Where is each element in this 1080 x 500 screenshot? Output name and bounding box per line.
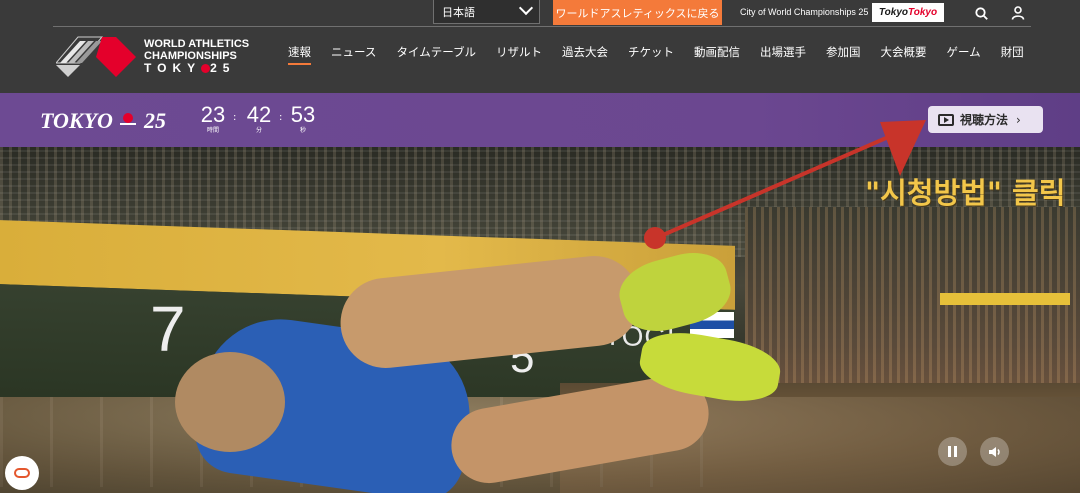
countdown-hours: 23 時間 xyxy=(198,103,228,135)
logo-red-dot xyxy=(201,64,211,73)
chevron-right-icon: › xyxy=(1016,112,1021,127)
tokyo25-brand-year: 25 xyxy=(143,108,166,133)
pause-button[interactable] xyxy=(938,437,967,466)
pause-icon xyxy=(947,442,959,461)
countdown-seconds-unit: 秒 xyxy=(299,127,306,134)
language-label: 日本語 xyxy=(442,5,475,19)
countdown-hours-unit: 時間 xyxy=(206,127,219,134)
nav-games[interactable]: ゲーム xyxy=(947,44,981,60)
nav-news[interactable]: ニュース xyxy=(331,44,376,60)
nav-video[interactable]: 動画配信 xyxy=(694,44,740,60)
nav-timetable[interactable]: タイムテーブル xyxy=(396,44,476,60)
how-to-watch-label: 視聴方法 xyxy=(960,113,1009,127)
tokyo-tokyo-badge[interactable]: Tokyo Tokyo xyxy=(872,3,944,22)
city-label: City of World Championships 25 xyxy=(740,7,869,17)
how-to-watch-button[interactable]: 視聴方法 › xyxy=(928,106,1043,133)
countdown-seconds-value: 53 xyxy=(290,102,316,127)
language-select[interactable]: 日本語 xyxy=(433,0,540,24)
nav-past-events[interactable]: 過去大会 xyxy=(562,44,608,60)
tokyo-badge-left: Tokyo xyxy=(878,7,908,18)
chevron-down-icon xyxy=(518,0,534,16)
nav-results[interactable]: リザルト xyxy=(496,44,542,60)
tokyo-badge-right: Tokyo xyxy=(908,7,938,18)
nav-tickets[interactable]: チケット xyxy=(628,44,674,60)
volume-button[interactable] xyxy=(980,437,1009,466)
logo-tokyo-line: TOKY 25 xyxy=(144,62,249,74)
chat-button[interactable] xyxy=(5,456,39,490)
countdown-seconds: 53 秒 xyxy=(288,103,318,135)
tokyo25-brand: TOKYO 25 xyxy=(40,108,166,134)
countdown-separator: : xyxy=(279,112,283,123)
chat-icon xyxy=(14,468,30,478)
tv-play-icon xyxy=(938,113,954,126)
nav-athletes[interactable]: 出場選手 xyxy=(760,44,806,60)
countdown-minutes-value: 42 xyxy=(246,102,272,127)
logo-tokyo: TOKY xyxy=(144,61,202,75)
championships-logo[interactable] xyxy=(56,33,138,79)
stand-banner xyxy=(940,293,1070,305)
back-to-world-athletics-button[interactable]: ワールドアスレティックスに戻る xyxy=(553,0,722,25)
user-icon[interactable] xyxy=(1011,6,1025,20)
nav-countries[interactable]: 参加国 xyxy=(826,44,861,60)
volume-icon xyxy=(988,446,1000,457)
athlete-head xyxy=(175,352,285,452)
main-nav: 速報 ニュース タイムテーブル リザルト 過去大会 チケット 動画配信 出場選手… xyxy=(288,44,1044,65)
header-divider xyxy=(53,26,1031,27)
logo-line-1: WORLD ATHLETICS xyxy=(144,38,250,50)
logo-text: WORLD ATHLETICS CHAMPIONSHIPS TOKY 25 xyxy=(144,38,249,74)
tokyo25-emblem xyxy=(120,113,137,125)
nav-live[interactable]: 速報 xyxy=(288,44,311,65)
countdown-separator: : xyxy=(233,112,237,123)
annotation-text: "시청방법" 클릭 xyxy=(865,176,1066,210)
countdown-minutes: 42 分 xyxy=(244,103,274,135)
nav-foundation[interactable]: 財団 xyxy=(1001,44,1024,60)
logo-year: 25 xyxy=(210,61,236,75)
page: 日本語 ワールドアスレティックスに戻る City of World Champi… xyxy=(0,0,1080,500)
nav-overview[interactable]: 大会概要 xyxy=(881,44,927,60)
lane-number-7: 7 xyxy=(150,293,186,365)
countdown-hours-value: 23 xyxy=(200,102,226,127)
search-icon[interactable] xyxy=(975,7,988,20)
tokyo25-brand-text: TOKYO xyxy=(40,108,113,133)
countdown-minutes-unit: 分 xyxy=(255,127,262,134)
